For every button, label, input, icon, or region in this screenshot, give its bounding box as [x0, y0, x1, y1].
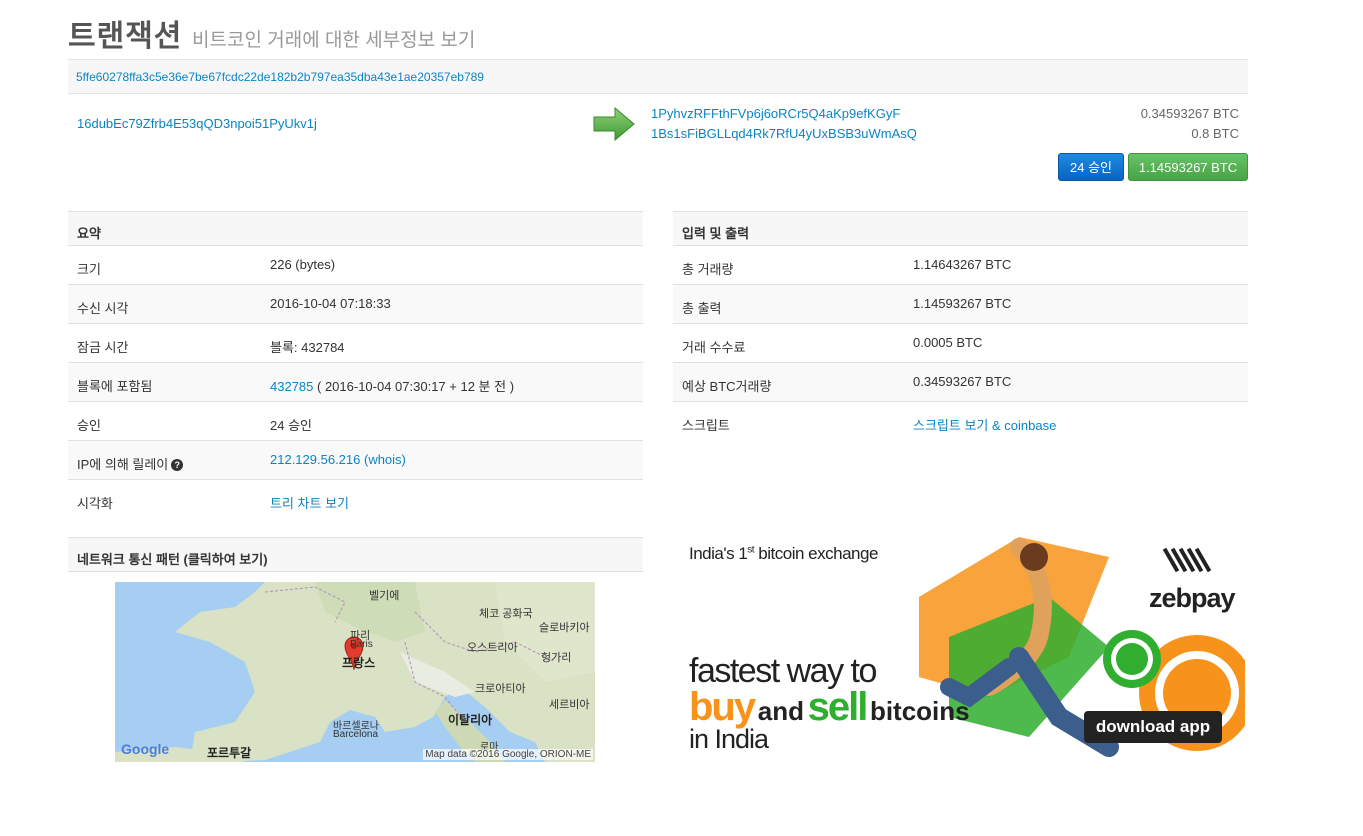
page-header: 트랜잭션 비트코인 거래에 대한 세부정보 보기 — [68, 11, 475, 55]
map-label: 슬로바키아 — [539, 622, 590, 634]
row-value: 432785 ( 2016-10-04 07:30:17 + 12 분 전 ) — [270, 376, 514, 395]
summary-row-relayed-by: IP에 의해 릴레이? 212.129.56.216 (whois) — [68, 441, 643, 480]
row-value: 212.129.56.216 (whois) — [270, 452, 406, 467]
output-amount: 0.34593267 BTC — [1140, 106, 1239, 121]
io-heading: 입력 및 출력 — [673, 211, 1248, 246]
network-heading[interactable]: 네트워크 통신 패턴 (클릭하여 보기) — [68, 537, 643, 572]
output-amount: 0.8 BTC — [1191, 126, 1239, 141]
output-address-link[interactable]: 1PyhvzRFFthFVp6j6oRCr5Q4aKp9efKGyF — [651, 106, 900, 121]
io-row-estimated-volume: 예상 BTC거래량 0.34593267 BTC — [673, 363, 1248, 402]
summary-row-size: 크기 226 (bytes) — [68, 246, 643, 285]
network-panel: 네트워크 통신 패턴 (클릭하여 보기) — [68, 537, 643, 572]
zebpay-logo: zebpay — [1149, 583, 1236, 613]
confirmations-button[interactable]: 24 승인 — [1058, 153, 1124, 181]
row-value: 1.14593267 BTC — [913, 296, 1012, 311]
row-label: 승인 — [77, 418, 101, 433]
network-map[interactable]: 벨기에 체코 공화국 슬로바키아 파리 Paris 오스트리아 프랑스 헝가리 … — [115, 582, 595, 762]
map-label: 오스트리아 — [467, 642, 518, 654]
map-label: 프랑스 — [342, 656, 376, 670]
row-value: 2016-10-04 07:18:33 — [270, 296, 391, 311]
row-label: 수신 시각 — [77, 301, 129, 316]
summary-row-received: 수신 시각 2016-10-04 07:18:33 — [68, 285, 643, 324]
summary-row-visualize: 시각화 트리 차트 보기 — [68, 480, 643, 519]
io-row-fee: 거래 수수료 0.0005 BTC — [673, 324, 1248, 363]
row-value: 0.0005 BTC — [913, 335, 983, 350]
map-label: 벨기에 — [369, 590, 400, 602]
total-amount-button[interactable]: 1.14593267 BTC — [1128, 153, 1248, 181]
ad-bitcoins: bitcoins — [869, 696, 970, 726]
row-value: 블록: 432784 — [270, 340, 345, 355]
row-label: 총 출력 — [682, 301, 722, 316]
row-label: 거래 수수료 — [682, 340, 746, 355]
block-time: ( 2016-10-04 07:30:17 + 12 분 전 ) — [313, 379, 515, 394]
io-panel: 입력 및 출력 총 거래량 1.14643267 BTC 총 출력 1.1459… — [673, 211, 1248, 441]
map-label: Barcelona — [333, 729, 379, 740]
row-value: 226 (bytes) — [270, 257, 336, 272]
ad-sell: sell — [807, 685, 869, 729]
map-label: Paris — [350, 639, 373, 650]
download-app-button[interactable]: download app — [1084, 711, 1222, 743]
output-address-link[interactable]: 1Bs1sFiBGLLqd4Rk7RfU4yUxBSB3uWmAsQ — [651, 126, 917, 141]
row-label: 블록에 포함됨 — [77, 379, 153, 394]
input-address-link[interactable]: 16dubEc79Zfrb4E53qQD3npoi51PyUkv1j — [77, 116, 317, 131]
summary-row-locktime: 잠금 시간 블록: 432784 — [68, 324, 643, 363]
ad-tagline-part: bitcoin exchange — [754, 544, 878, 563]
ad-tagline-part: India's 1 — [689, 544, 748, 563]
zebpay-ad-banner[interactable]: India's 1st bitcoin exchange zebpay fast… — [689, 537, 1245, 759]
map-label: 포르투갈 — [207, 746, 252, 760]
output-row: 1PyhvzRFFthFVp6j6oRCr5Q4aKp9efKGyF 0.345… — [651, 104, 1239, 124]
row-label: IP에 의해 릴레이? — [77, 454, 184, 473]
whois-link[interactable]: (whois) — [360, 452, 406, 467]
map-attribution: Map data ©2016 Google, ORION-ME — [423, 749, 593, 760]
summary-heading: 요약 — [68, 211, 643, 246]
row-label: 총 거래량 — [682, 262, 734, 277]
page-subtitle: 비트코인 거래에 대한 세부정보 보기 — [192, 30, 476, 51]
output-row: 1Bs1sFiBGLLqd4Rk7RfU4yUxBSB3uWmAsQ 0.8 B… — [651, 124, 1239, 144]
map-label: 이탈리아 — [448, 713, 493, 727]
ad-in-india: in India — [689, 724, 769, 754]
page-title: 트랜잭션 — [68, 20, 183, 53]
row-value: 1.14643267 BTC — [913, 257, 1012, 272]
row-label: 크기 — [77, 262, 101, 277]
output-list: 1PyhvzRFFthFVp6j6oRCr5Q4aKp9efKGyF 0.345… — [651, 104, 1239, 144]
map-label: 체코 공화국 — [479, 608, 533, 620]
row-label: 잠금 시간 — [77, 340, 129, 355]
help-icon[interactable]: ? — [171, 459, 184, 471]
io-row-total-input: 총 거래량 1.14643267 BTC — [673, 246, 1248, 285]
row-label: 예상 BTC거래량 — [682, 379, 772, 394]
row-label: 시각화 — [77, 496, 113, 511]
map-label: 헝가리 — [541, 652, 572, 664]
arrow-right-icon — [593, 106, 635, 142]
relay-ip-link[interactable]: 212.129.56.216 — [270, 452, 360, 467]
io-row-scripts: 스크립트 스크립트 보기 & coinbase — [673, 402, 1248, 441]
scripts-link[interactable]: 스크립트 보기 & coinbase — [913, 415, 1056, 434]
tree-chart-link[interactable]: 트리 차트 보기 — [270, 493, 349, 512]
row-value: 0.34593267 BTC — [913, 374, 1012, 389]
block-link[interactable]: 432785 — [270, 379, 313, 394]
map-label: 세르비아 — [549, 699, 590, 711]
row-value: 24 승인 — [270, 418, 312, 433]
io-row-total-output: 총 출력 1.14593267 BTC — [673, 285, 1248, 324]
tx-hash-link[interactable]: 5ffe60278ffa3c5e36e7be67fcdc22de182b2b79… — [76, 70, 484, 84]
summary-row-included-in-block: 블록에 포함됨 432785 ( 2016-10-04 07:30:17 + 1… — [68, 363, 643, 402]
summary-row-confirmations: 승인 24 승인 — [68, 402, 643, 441]
row-label: 스크립트 — [682, 418, 730, 433]
relayed-label: IP에 의해 릴레이 — [77, 457, 169, 472]
tx-hash-bar: 5ffe60278ffa3c5e36e7be67fcdc22de182b2b79… — [68, 59, 1248, 94]
ad-buy: buy — [689, 685, 756, 729]
ad-and: and — [757, 696, 804, 726]
ad-tagline: India's 1st bitcoin exchange — [689, 544, 878, 564]
map-label: 크로아티아 — [475, 683, 526, 695]
summary-panel: 요약 크기 226 (bytes) 수신 시각 2016-10-04 07:18… — [68, 211, 643, 519]
google-logo: Google — [121, 741, 170, 757]
